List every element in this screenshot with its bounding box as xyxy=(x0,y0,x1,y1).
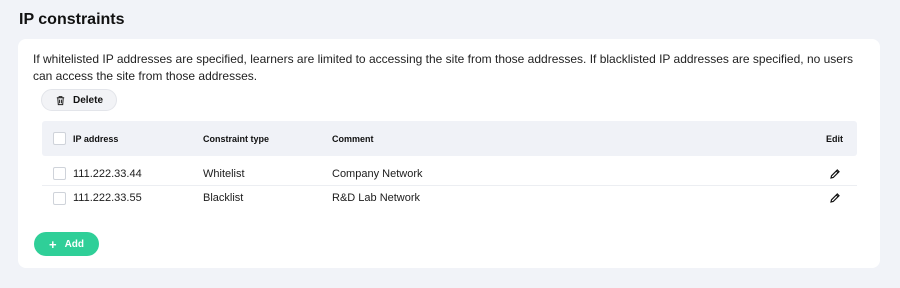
row-checkbox[interactable] xyxy=(53,191,66,205)
plus-icon: + xyxy=(48,236,57,252)
section-description: If whitelisted IP addresses are specifie… xyxy=(33,52,853,83)
delete-button[interactable]: Delete xyxy=(41,89,117,111)
pencil-icon[interactable] xyxy=(829,168,841,180)
cell-comment: R&D Lab Network xyxy=(332,192,421,204)
ip-constraints-page: IP constraints If whitelisted IP address… xyxy=(0,0,900,288)
column-header-comment[interactable]: Comment xyxy=(332,134,812,144)
pencil-icon[interactable] xyxy=(829,192,841,204)
ip-constraints-table: IP address Constraint type Comment Edit … xyxy=(42,121,857,210)
trash-icon xyxy=(56,95,65,105)
table-row: 111.222.33.55 Blacklist R&D Lab Network xyxy=(42,186,857,210)
column-header-ip[interactable]: IP address xyxy=(73,134,203,144)
row-checkbox[interactable] xyxy=(53,167,66,180)
cell-comment: Company Network xyxy=(332,167,423,180)
ip-constraints-card: If whitelisted IP addresses are specifie… xyxy=(18,39,880,268)
table-row: 111.222.33.44 Whitelist Company Network xyxy=(42,162,857,186)
cell-ip: 111.222.33.55 xyxy=(73,192,142,204)
table-header: IP address Constraint type Comment Edit xyxy=(42,121,857,156)
cell-type: Blacklist xyxy=(203,192,244,204)
column-header-edit: Edit xyxy=(826,133,843,144)
cell-ip: 111.222.33.44 xyxy=(73,167,142,180)
add-button-label: Add xyxy=(64,238,85,250)
cell-type: Whitelist xyxy=(203,167,245,180)
select-all-checkbox[interactable] xyxy=(53,132,66,145)
delete-button-label: Delete xyxy=(72,94,103,106)
column-header-type[interactable]: Constraint type xyxy=(203,134,332,144)
add-button[interactable]: + Add xyxy=(34,232,99,256)
section-title: IP constraints xyxy=(19,11,125,28)
